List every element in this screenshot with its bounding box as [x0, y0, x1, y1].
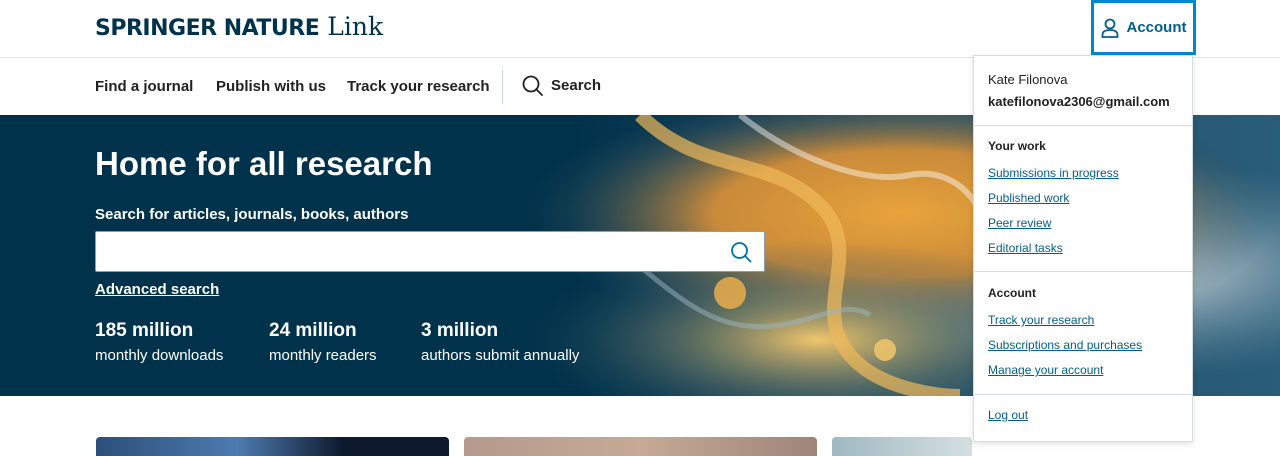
menu-divider — [974, 125, 1192, 126]
account-user-info: Kate Filonova katefilonova2306@gmail.com — [988, 72, 1170, 109]
stat-number: 185 million — [95, 320, 194, 341]
stat-readers: 24 million monthly readers — [269, 320, 377, 364]
menu-link-published-work[interactable]: Published work — [988, 191, 1069, 205]
hero-title: Home for all research — [95, 145, 433, 182]
menu-divider — [974, 394, 1192, 395]
menu-divider — [974, 271, 1192, 272]
nav-find-journal[interactable]: Find a journal — [95, 78, 193, 95]
logout-link[interactable]: Log out — [988, 408, 1028, 422]
stat-downloads: 185 million monthly downloads — [95, 320, 223, 364]
hero-search-box — [95, 231, 765, 272]
search-submit-icon[interactable] — [730, 241, 752, 263]
menu-link-editorial-tasks[interactable]: Editorial tasks — [988, 241, 1063, 255]
nav-search-label: Search — [551, 77, 602, 94]
menu-link-submissions[interactable]: Submissions in progress — [988, 166, 1119, 180]
hero-search-input[interactable] — [96, 232, 696, 271]
stat-label: monthly downloads — [95, 347, 224, 364]
logo-brand: SPRINGER NATURE — [95, 16, 320, 41]
springer-nature-link-logo[interactable]: SPRINGER NATURE Link — [95, 12, 383, 42]
search-icon — [522, 75, 543, 96]
featured-card-image[interactable] — [464, 437, 817, 456]
logo-suffix: Link — [327, 12, 384, 41]
stat-label: monthly readers — [269, 347, 377, 364]
nav-divider — [502, 70, 503, 104]
account-label: Account — [1126, 19, 1187, 36]
hero-search-label: Search for articles, journals, books, au… — [95, 206, 409, 223]
stat-number: 24 million — [269, 320, 357, 341]
menu-link-subscriptions[interactable]: Subscriptions and purchases — [988, 338, 1142, 352]
featured-card-image[interactable] — [96, 437, 449, 456]
account-button[interactable]: Account — [1091, 0, 1196, 55]
account-user-email: katefilonova2306@gmail.com — [988, 94, 1170, 109]
menu-link-manage-account[interactable]: Manage your account — [988, 363, 1103, 377]
nav-track-research[interactable]: Track your research — [347, 78, 490, 95]
nav-search-button[interactable]: Search — [522, 75, 601, 96]
site-header: SPRINGER NATURE Link Account — [0, 0, 1280, 58]
account-heading: Account — [988, 286, 1036, 300]
account-user-name: Kate Filonova — [988, 72, 1068, 87]
nav-publish-with-us[interactable]: Publish with us — [216, 78, 326, 95]
advanced-search-link[interactable]: Advanced search — [95, 281, 219, 298]
stat-authors: 3 million authors submit annually — [421, 320, 579, 364]
your-work-heading: Your work — [988, 139, 1046, 153]
menu-link-peer-review[interactable]: Peer review — [988, 216, 1051, 230]
featured-card-image[interactable] — [832, 437, 972, 456]
stat-label: authors submit annually — [421, 347, 580, 364]
menu-link-track-research[interactable]: Track your research — [988, 313, 1094, 327]
account-dropdown-menu: Kate Filonova katefilonova2306@gmail.com… — [973, 55, 1193, 442]
user-icon — [1101, 18, 1118, 38]
stat-number: 3 million — [421, 320, 499, 341]
